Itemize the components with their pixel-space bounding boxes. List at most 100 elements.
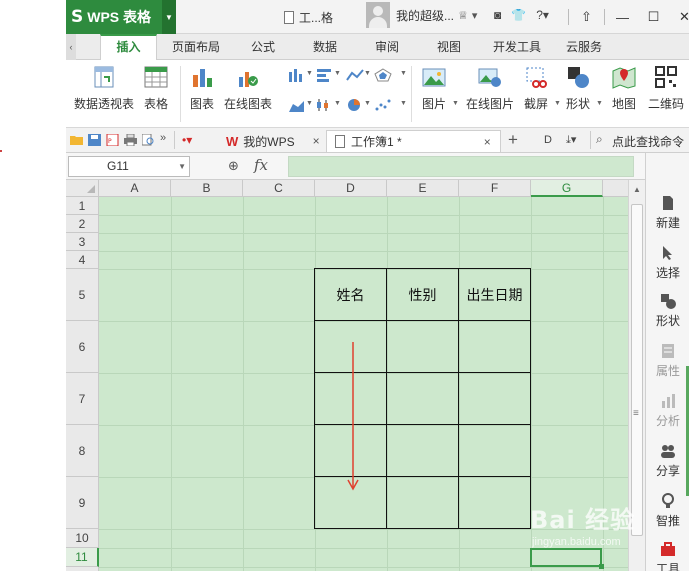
radar-chart-icon[interactable] [374, 68, 392, 82]
column-header-g[interactable]: G [531, 180, 603, 197]
row-header-4[interactable]: 4 [66, 251, 99, 269]
chevron-down-icon[interactable]: ▾ [472, 9, 478, 22]
bar-chart-h-icon[interactable] [316, 68, 334, 82]
pane-share-button[interactable]: 分享 [646, 443, 689, 479]
chevron-down-icon[interactable]: ▼ [334, 70, 341, 77]
save-icon[interactable] [88, 134, 101, 146]
command-search[interactable]: 点此查找命令 [612, 133, 684, 150]
chevron-down-icon[interactable]: ▼ [162, 0, 176, 34]
pane-select-button[interactable]: 选择 [646, 245, 689, 281]
tab-formulas[interactable]: 公式 [242, 34, 284, 60]
row-header-6[interactable]: 6 [66, 321, 99, 373]
shape-button[interactable]: 形状 [566, 65, 590, 112]
table-header-birthdate[interactable]: 出生日期 [458, 268, 531, 321]
column-header-f[interactable]: F [459, 180, 531, 197]
chevron-down-icon[interactable]: ▼ [178, 157, 186, 176]
line-chart-icon[interactable] [346, 68, 364, 82]
online-picture-button[interactable]: 在线图片 [466, 65, 514, 112]
chevron-down-icon[interactable]: ▼ [364, 70, 371, 77]
ribbon-icon[interactable]: D [544, 134, 552, 146]
screenshot-button[interactable]: 截屏 [524, 65, 548, 112]
column-header-a[interactable]: A [99, 180, 171, 197]
table-cell[interactable] [386, 476, 459, 529]
shirt-icon[interactable]: 👕 [511, 8, 526, 22]
print-icon[interactable] [124, 134, 137, 146]
pane-shape-button[interactable]: 形状 [646, 293, 689, 329]
tab-page-layout[interactable]: 页面布局 [166, 34, 226, 60]
row-header-2[interactable]: 2 [66, 215, 99, 233]
formula-input[interactable] [288, 156, 634, 177]
chevron-down-icon[interactable]: ▼ [306, 100, 313, 107]
new-tab-icon[interactable]: + [508, 130, 518, 150]
column-chart-icon[interactable] [288, 68, 306, 82]
stock-chart-icon[interactable] [316, 98, 334, 112]
pie-chart-icon[interactable] [346, 98, 364, 112]
name-box[interactable]: G11 ▼ [68, 156, 190, 177]
chevron-down-icon[interactable]: ▼ [334, 100, 341, 107]
chevron-down-icon[interactable]: ▼ [400, 70, 407, 77]
chevron-down-icon[interactable]: ▼ [452, 100, 459, 107]
chevron-left-icon[interactable]: ‹ [66, 34, 76, 60]
minimize-button[interactable]: — [607, 0, 638, 34]
row-header-5[interactable]: 5 [66, 269, 99, 321]
tab-data[interactable]: 数据 [304, 34, 346, 60]
customize-icon[interactable]: ⤓▾ [566, 133, 576, 147]
column-header-b[interactable]: B [171, 180, 243, 197]
more-icon[interactable]: » [160, 132, 166, 144]
maximize-button[interactable]: ☐ [638, 0, 669, 34]
tab-insert[interactable]: 插入 [100, 34, 157, 61]
pivot-table-button[interactable]: 数据透视表 [74, 65, 134, 112]
chevron-down-icon[interactable]: ▼ [554, 100, 561, 107]
avatar[interactable] [366, 2, 390, 28]
qrcode-button[interactable]: 二维码 [648, 65, 684, 112]
pane-analysis-button[interactable]: 分析 [646, 393, 689, 429]
share-window-icon[interactable]: ⇧ [571, 0, 602, 34]
chevron-down-icon[interactable]: ▼ [364, 100, 371, 107]
picture-button[interactable]: 图片 [422, 65, 446, 112]
row-header-10[interactable]: 10 [66, 529, 99, 548]
pane-new-button[interactable]: 新建 [646, 195, 689, 231]
table-cell[interactable] [386, 424, 459, 477]
chart-button[interactable]: 图表 [190, 65, 214, 112]
tab-mywps[interactable]: W 我的WPS × [220, 130, 320, 152]
tab-review[interactable]: 审阅 [366, 34, 408, 60]
tab-workbook[interactable]: 工作簿1 * × [326, 130, 501, 152]
row-header-7[interactable]: 7 [66, 373, 99, 425]
column-header-e[interactable]: E [387, 180, 459, 197]
open-folder-icon[interactable] [70, 134, 83, 146]
area-chart-icon[interactable] [288, 98, 306, 112]
table-cell[interactable] [386, 320, 459, 373]
scrollbar-thumb[interactable] [631, 204, 643, 536]
help-icon[interactable]: ?▾ [536, 8, 549, 22]
row-header-12[interactable] [66, 567, 99, 571]
table-header-name[interactable]: 姓名 [314, 268, 387, 321]
print-preview-icon[interactable] [142, 134, 155, 146]
select-all-corner[interactable] [66, 180, 99, 197]
pdf-icon[interactable]: P [106, 134, 119, 146]
table-cell[interactable] [458, 476, 531, 529]
chevron-down-icon[interactable]: ▼ [306, 70, 313, 77]
user-account[interactable]: 我的超级... ♕ ▾ [366, 2, 477, 28]
close-button[interactable]: ✕ [669, 0, 689, 34]
column-header-h[interactable] [603, 180, 628, 197]
row-header-11[interactable]: 11 [66, 548, 99, 567]
skin-icon[interactable]: ◙ [494, 8, 501, 22]
app-menu-button[interactable]: S WPS 表格 ▼ [66, 0, 176, 34]
column-header-d[interactable]: D [315, 180, 387, 197]
tab-view[interactable]: 视图 [428, 34, 470, 60]
pane-property-button[interactable]: 属性 [646, 343, 689, 379]
tab-developer[interactable]: 开发工具 [486, 34, 548, 60]
close-icon[interactable]: × [484, 135, 491, 149]
row-header-1[interactable]: 1 [66, 197, 99, 215]
map-button[interactable]: 地图 [612, 65, 636, 112]
pin-icon[interactable]: •▾ [182, 133, 192, 147]
tab-cloud[interactable]: 云服务 [560, 34, 608, 60]
row-header-9[interactable]: 9 [66, 477, 99, 529]
chevron-down-icon[interactable]: ▼ [400, 100, 407, 107]
chevron-down-icon[interactable]: ▼ [596, 100, 603, 107]
table-cell[interactable] [458, 424, 531, 477]
row-header-8[interactable]: 8 [66, 425, 99, 477]
zoom-formula-icon[interactable]: ⊕ [228, 158, 239, 174]
function-icon[interactable]: fx [254, 156, 268, 174]
scatter-chart-icon[interactable] [374, 98, 392, 112]
